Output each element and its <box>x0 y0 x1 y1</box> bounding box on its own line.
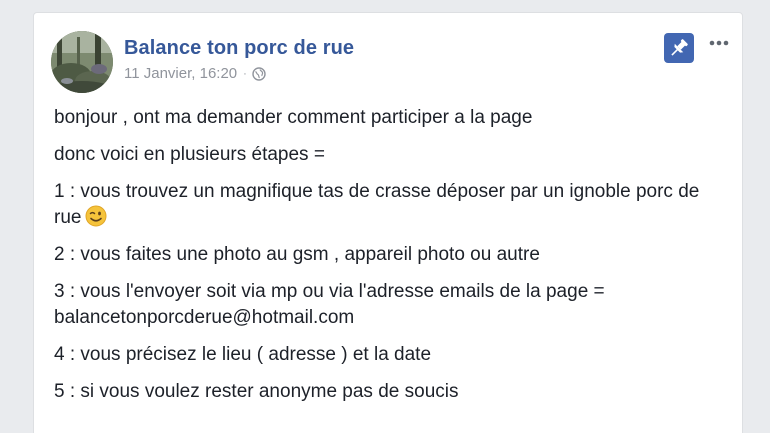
post-line-5: 3 : vous l'envoyer soit via mp ou via l'… <box>54 281 605 328</box>
post-card: Balance ton porc de rue 11 Janvier, 16:2… <box>33 12 743 433</box>
post-line-6: 4 : vous précisez le lieu ( adresse ) et… <box>54 344 432 365</box>
post-timestamp[interactable]: 11 Janvier, 16:20 <box>124 65 237 83</box>
page: Balance ton porc de rue 11 Janvier, 16:2… <box>0 0 770 433</box>
avatar[interactable] <box>51 31 113 93</box>
pin-icon <box>671 39 688 56</box>
post-line-4: 2 : vous faites une photo au gsm , appar… <box>54 244 540 265</box>
post-text: bonjour , ont ma demander comment partic… <box>54 105 724 416</box>
post-line-1: bonjour , ont ma demander comment partic… <box>54 107 533 128</box>
wink-emoji-icon <box>85 205 107 227</box>
post-header: Balance ton porc de rue 11 Janvier, 16:2… <box>124 36 354 83</box>
more-options-icon <box>709 40 729 46</box>
meta-separator: · <box>243 68 247 80</box>
pin-button[interactable] <box>664 33 694 63</box>
globe-icon[interactable] <box>252 67 266 81</box>
avatar-image <box>51 31 113 93</box>
post-line-3: 1 : vous trouvez un magnifique tas de cr… <box>54 179 724 231</box>
post-line-7: 5 : si vous voulez rester anonyme pas de… <box>54 381 459 402</box>
more-options-button[interactable] <box>705 33 733 53</box>
post-line-2: donc voici en plusieurs étapes = <box>54 144 325 165</box>
post-meta: 11 Janvier, 16:20 · <box>124 65 354 83</box>
page-name-link[interactable]: Balance ton porc de rue <box>124 36 354 60</box>
post-line-3-text: 1 : vous trouvez un magnifique tas de cr… <box>54 181 700 228</box>
